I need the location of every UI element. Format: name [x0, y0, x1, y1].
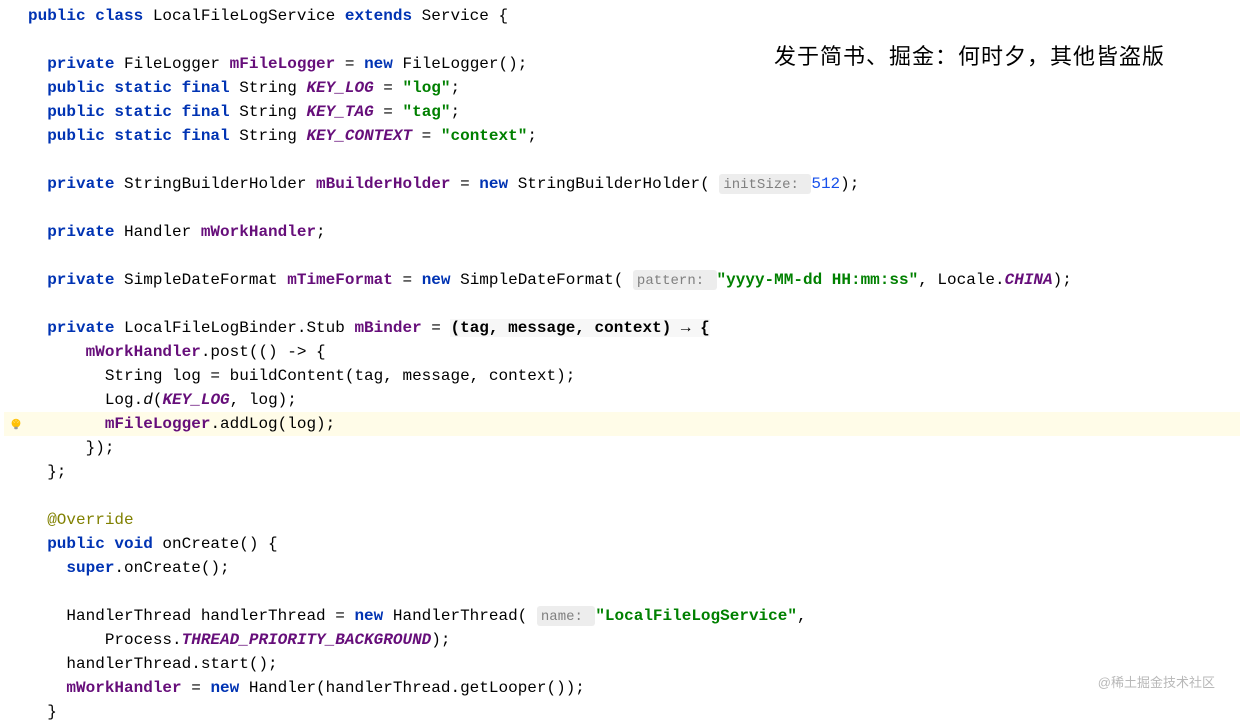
code-line[interactable]: HandlerThread handlerThread = new Handle… [4, 604, 1240, 628]
watermark-top: 发于简书、掘金：何时夕，其他皆盗版 [774, 45, 1165, 69]
code-line[interactable]: mWorkHandler.post(() -> { [4, 340, 1240, 364]
code-line[interactable]: private SimpleDateFormat mTimeFormat = n… [4, 268, 1240, 292]
code-line[interactable] [4, 244, 1240, 268]
code-text[interactable]: private SimpleDateFormat mTimeFormat = n… [28, 268, 1072, 293]
code-text[interactable]: } [28, 700, 57, 724]
code-text[interactable]: handlerThread.start(); [28, 652, 278, 676]
gutter [4, 417, 28, 431]
code-line[interactable]: Log.d(KEY_LOG, log); [4, 388, 1240, 412]
watermark-bottom: @稀土掘金技术社区 [1098, 671, 1215, 695]
code-text[interactable]: @Override [28, 508, 134, 532]
code-line[interactable] [4, 292, 1240, 316]
code-text[interactable]: String log = buildContent(tag, message, … [28, 364, 575, 388]
code-text[interactable]: private FileLogger mFileLogger = new Fil… [28, 52, 527, 76]
code-line[interactable]: public void onCreate() { [4, 532, 1240, 556]
code-text[interactable]: }; [28, 460, 66, 484]
code-text[interactable]: public static final String KEY_LOG = "lo… [28, 76, 460, 100]
param-hint: initSize: [719, 174, 811, 194]
code-text[interactable]: public static final String KEY_CONTEXT =… [28, 124, 537, 148]
code-line[interactable]: private Handler mWorkHandler; [4, 220, 1240, 244]
code-line[interactable]: super.onCreate(); [4, 556, 1240, 580]
code-text[interactable]: mWorkHandler = new Handler(handlerThread… [28, 676, 585, 700]
code-line[interactable]: public static final String KEY_TAG = "ta… [4, 100, 1240, 124]
code-line[interactable]: public static final String KEY_LOG = "lo… [4, 76, 1240, 100]
code-text[interactable]: }); [28, 436, 114, 460]
code-line[interactable]: mWorkHandler = new Handler(handlerThread… [4, 676, 1240, 700]
code-line[interactable]: public class LocalFileLogService extends… [4, 4, 1240, 28]
code-editor[interactable]: public class LocalFileLogService extends… [0, 0, 1240, 728]
code-text[interactable]: public void onCreate() { [28, 532, 278, 556]
code-line[interactable]: } [4, 700, 1240, 724]
code-line[interactable]: @Override [4, 508, 1240, 532]
code-line[interactable]: private LocalFileLogBinder.Stub mBinder … [4, 316, 1240, 340]
code-text[interactable]: public class LocalFileLogService extends… [28, 4, 508, 28]
bulb-icon[interactable] [9, 417, 23, 431]
code-line[interactable] [4, 484, 1240, 508]
code-text[interactable]: Process.THREAD_PRIORITY_BACKGROUND); [28, 628, 450, 652]
code-text[interactable]: HandlerThread handlerThread = new Handle… [28, 604, 807, 629]
code-line[interactable]: }; [4, 460, 1240, 484]
code-line[interactable]: }); [4, 436, 1240, 460]
code-line[interactable]: mFileLogger.addLog(log); [4, 412, 1240, 436]
code-text[interactable]: Log.d(KEY_LOG, log); [28, 388, 297, 412]
code-line[interactable] [4, 148, 1240, 172]
code-text[interactable]: mFileLogger.addLog(log); [28, 412, 335, 436]
code-line[interactable]: Process.THREAD_PRIORITY_BACKGROUND); [4, 628, 1240, 652]
code-text[interactable]: mWorkHandler.post(() -> { [28, 340, 326, 364]
param-hint: pattern: [633, 270, 717, 290]
code-line[interactable]: public static final String KEY_CONTEXT =… [4, 124, 1240, 148]
code-line[interactable]: private StringBuilderHolder mBuilderHold… [4, 172, 1240, 196]
code-text[interactable]: private StringBuilderHolder mBuilderHold… [28, 172, 859, 197]
code-text[interactable]: private LocalFileLogBinder.Stub mBinder … [28, 316, 710, 340]
param-hint: name: [537, 606, 595, 626]
code-line[interactable]: handlerThread.start(); [4, 652, 1240, 676]
code-text[interactable]: super.onCreate(); [28, 556, 230, 580]
code-line[interactable] [4, 580, 1240, 604]
code-text[interactable]: private Handler mWorkHandler; [28, 220, 326, 244]
code-text[interactable]: public static final String KEY_TAG = "ta… [28, 100, 460, 124]
code-line[interactable]: String log = buildContent(tag, message, … [4, 364, 1240, 388]
code-line[interactable] [4, 196, 1240, 220]
